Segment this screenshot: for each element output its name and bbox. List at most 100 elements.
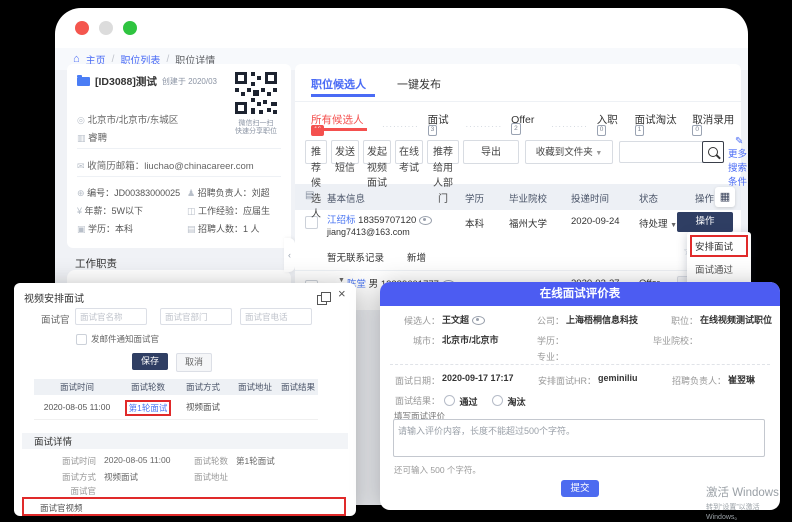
- degree-value: 本科: [115, 224, 133, 234]
- subtab-interview[interactable]: 面试3: [428, 112, 457, 141]
- recommend-candidate-button[interactable]: 推荐候选人: [305, 140, 327, 164]
- start-video-interview-button[interactable]: 发起视频面试: [363, 140, 391, 164]
- scheduler-value: geminiliu: [598, 373, 638, 383]
- col-degree: 学历: [465, 191, 484, 205]
- remaining-chars-text: 还可输入 500 个字符。: [394, 464, 481, 476]
- tab-one-click-publish[interactable]: 一键发布: [397, 76, 441, 92]
- school-label: 毕业院校：: [652, 334, 698, 347]
- candidate-email: jiang7413@163.com: [327, 227, 410, 237]
- search-input[interactable]: [619, 141, 705, 163]
- export-button[interactable]: 导出: [463, 140, 519, 164]
- col-school: 毕业院校: [509, 191, 547, 205]
- candidate-label: 候选人：: [394, 314, 440, 327]
- save-to-folder-select[interactable]: 收藏到文件夹 ▼: [525, 140, 613, 164]
- col-interview-result: 面试结果: [280, 381, 316, 393]
- detail-method-label: 面试方式: [34, 471, 96, 483]
- search-button[interactable]: [702, 141, 724, 163]
- minimize-traffic-light[interactable]: [99, 21, 113, 35]
- collapse-panel-handle[interactable]: ‹: [284, 238, 295, 272]
- table-row[interactable]: 江绍标 18359707120 jiang7413@163.com 本科 福州大…: [295, 210, 741, 246]
- row-action-button[interactable]: 操作: [677, 212, 733, 232]
- close-icon[interactable]: ×: [338, 286, 346, 301]
- eye-icon[interactable]: [419, 216, 432, 225]
- search-icon: [708, 147, 718, 157]
- notify-email-checkbox[interactable]: [76, 334, 87, 345]
- mail-icon: ✉: [77, 161, 85, 171]
- id-icon: ⊕: [77, 188, 85, 198]
- interviewer-name-input[interactable]: [75, 308, 147, 325]
- interview-time: 2020-08-05 11:00: [34, 402, 120, 412]
- result-pass-radio[interactable]: 通过: [444, 392, 477, 410]
- job-created-date: 创建于 2020/03: [162, 76, 217, 87]
- eye-icon[interactable]: [472, 316, 485, 325]
- qr-caption-line2: 快速分享职位: [227, 126, 285, 136]
- evaluation-textarea[interactable]: [393, 419, 765, 457]
- experience-icon: ◫: [187, 206, 196, 216]
- more-search-filters[interactable]: 更多搜索条件: [728, 148, 752, 190]
- interview-round-link[interactable]: 第1轮面试: [125, 400, 172, 416]
- person-icon: ♟: [187, 188, 195, 198]
- divider: [77, 148, 281, 149]
- tab-job-candidates[interactable]: 职位候选人: [311, 76, 366, 92]
- interview-table-row: 2020-08-05 11:00 第1轮面试 视频面试: [34, 395, 318, 420]
- submit-button[interactable]: 提交: [561, 480, 599, 497]
- interviewer-phone-input[interactable]: [240, 308, 312, 325]
- send-sms-button[interactable]: 发送短信: [331, 140, 359, 164]
- subtab-interview-rejected[interactable]: 面试淘汰1: [635, 112, 684, 141]
- company-label: 公司：: [524, 314, 564, 327]
- online-exam-button[interactable]: 在线考试: [395, 140, 423, 164]
- divider: [295, 270, 741, 271]
- cell-apply-date: 2020-09-24: [571, 216, 620, 227]
- cell-school: 福州大学: [509, 216, 547, 230]
- menu-item-schedule-interview[interactable]: 安排面试: [690, 235, 748, 257]
- column-settings-icon[interactable]: ▦: [715, 187, 735, 207]
- job-id-value: JD00383000025: [114, 188, 180, 198]
- divider: [390, 364, 770, 365]
- city-value: 北京市/北京市: [442, 333, 499, 346]
- col-interview-time: 面试时间: [34, 381, 120, 393]
- result-reject-radio[interactable]: 淘汰: [492, 392, 525, 410]
- add-contact-record-link[interactable]: 新增: [407, 250, 426, 264]
- expand-icon[interactable]: [317, 295, 327, 305]
- candidate-phone: 18359707120: [358, 215, 416, 226]
- detail-round-value: 第1轮面试: [236, 455, 275, 467]
- col-actions: 操作: [695, 191, 714, 205]
- interview-date-label: 面试日期：: [388, 374, 440, 387]
- no-contact-record-text: 暂无联系记录: [327, 250, 384, 264]
- interviewer-department-input[interactable]: [160, 308, 232, 325]
- subtab-offer-cancelled[interactable]: 取消录用0: [692, 112, 741, 141]
- subtab-onboard[interactable]: 入职0: [597, 112, 626, 141]
- status-dropdown[interactable]: 待处理 ▼: [639, 216, 677, 230]
- recommend-to-department-button[interactable]: 推荐给用人部门: [427, 140, 459, 164]
- resume-email-label: 收简历邮箱：: [87, 161, 144, 172]
- position-value: 在线视频测试职位: [700, 313, 772, 326]
- radio-icon: [492, 395, 503, 406]
- cancelled-count-badge: 0: [692, 125, 702, 137]
- notify-email-label: 发邮件通知面试官: [91, 333, 159, 345]
- active-tab-underline: [311, 94, 375, 97]
- schedule-interview-dialog: 视频安排面试 × 面试官 发邮件通知面试官 保存 取消 面试时间 面试轮数 面试…: [14, 283, 356, 516]
- pencil-icon[interactable]: ✎: [735, 136, 743, 147]
- onboard-count-badge: 0: [597, 125, 607, 137]
- rejected-count-badge: 1: [635, 125, 645, 137]
- subtab-all-candidates[interactable]: 所有候选人16: [311, 112, 373, 141]
- subtab-dots: ··········: [551, 122, 588, 131]
- headcount-label: 招聘人数：: [198, 224, 243, 234]
- windows-activation-watermark: 激活 Windows 转到“设置”以激活 Windows。: [706, 484, 792, 522]
- city-label: 城市：: [394, 334, 440, 347]
- detail-address-label: 面试地址: [172, 471, 228, 483]
- cancel-button[interactable]: 取消: [176, 353, 212, 372]
- maximize-traffic-light[interactable]: [123, 21, 137, 35]
- interview-date-value: 2020-09-17 17:17: [442, 373, 514, 383]
- salary-icon: ¥: [77, 206, 82, 216]
- recruiter-value: 刘超: [252, 188, 270, 198]
- subtab-offer[interactable]: Offer2: [511, 114, 542, 140]
- close-traffic-light[interactable]: [75, 21, 89, 35]
- candidate-name-link[interactable]: 江绍标: [327, 215, 356, 226]
- hr-video-label: HR视频: [50, 514, 90, 516]
- resume-email: liuchao@chinacareer.com: [144, 161, 253, 172]
- job-title: [ID3088]测试: [95, 74, 157, 89]
- save-button[interactable]: 保存: [132, 353, 168, 370]
- menu-item-interview-pass[interactable]: 面试通过: [690, 257, 748, 278]
- job-id-label: 编号：: [87, 188, 114, 198]
